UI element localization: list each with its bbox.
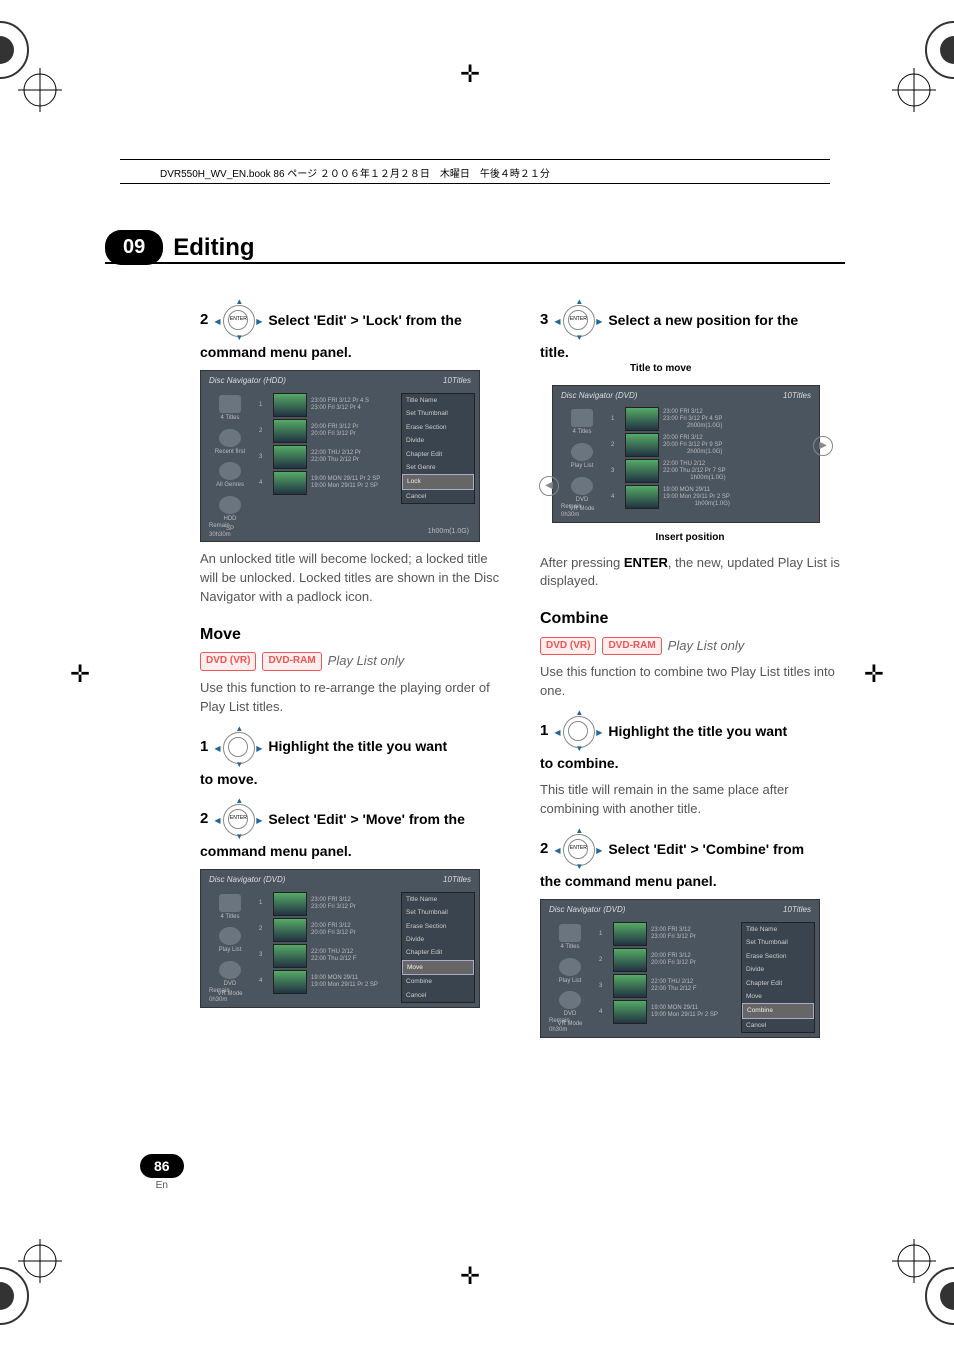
nav-count: 10Titles [443, 375, 471, 387]
divider [105, 262, 845, 264]
disc-navigator-screenshot: Disc Navigator (DVD)10Titles 4 Titles Pl… [552, 385, 820, 523]
badge-dvd-ram: DVD-RAM [262, 652, 321, 671]
chapter-number: 09 [105, 230, 163, 265]
badge-dvd-vr: DVD (VR) [200, 652, 256, 671]
heading-move: Move [200, 623, 500, 646]
crosshair-icon: ✛ [460, 1262, 480, 1291]
body-text: An unlocked title will become locked; a … [200, 550, 500, 607]
thumbnail [273, 393, 307, 417]
context-menu: Title Name Set Thumbnail Erase Section D… [401, 393, 475, 504]
body-text: After pressing ENTER, the new, updated P… [540, 554, 840, 592]
registration-mark-icon [10, 1231, 70, 1291]
nav-button-icon: ▲▼◀▶ [216, 725, 260, 769]
step-number: 3 [540, 309, 548, 331]
enter-button-icon: ENTER▲▼◀▶ [556, 827, 600, 871]
step-text: Select a new position for the [608, 310, 840, 330]
body-text: Use this function to re-arrange the play… [200, 679, 500, 717]
disc-navigator-screenshot: Disc Navigator (HDD)10Titles 4 Titles Re… [200, 370, 480, 542]
left-column: 2 ENTER ▲▼◀▶ Select 'Edit' > 'Lock' from… [200, 290, 500, 1046]
badge-dvd-vr: DVD (VR) [540, 637, 596, 656]
disc-navigator-screenshot: Disc Navigator (DVD)10Titles 4 Titles Pl… [540, 899, 820, 1037]
body-text: Use this function to combine two Play Li… [540, 663, 840, 701]
left-arrow-icon: ◀ [539, 476, 559, 496]
enter-button-icon: ENTER▲▼◀▶ [556, 298, 600, 342]
registration-mark-icon [884, 1231, 944, 1291]
chapter-header: 09 Editing [105, 230, 255, 265]
crosshair-icon: ✛ [460, 60, 480, 89]
disc-navigator-screenshot: Disc Navigator (DVD)10Titles 4 Titles Pl… [200, 869, 480, 1007]
heading-combine: Combine [540, 607, 840, 630]
chapter-title: Editing [173, 234, 254, 262]
context-menu: Title Name Set Thumbnail Erase Section D… [401, 892, 475, 1003]
nav-title: Disc Navigator (HDD) [209, 375, 286, 387]
menu-item-lock: Lock [402, 474, 474, 489]
header-info: DVR550H_WV_EN.book 86 ページ ２００６年１２月２８日 木曜… [120, 165, 550, 180]
context-menu: Title Name Set Thumbnail Erase Section D… [741, 922, 815, 1033]
menu-item-move: Move [402, 960, 474, 975]
annotation-title-to-move: Title to move [540, 362, 840, 377]
right-arrow-icon: ▶ [813, 436, 833, 456]
badge-note: Play List only [328, 652, 405, 671]
step-text: Highlight the title you want [608, 721, 840, 741]
enter-button-icon: ENTER▲▼◀▶ [216, 797, 260, 841]
step-number: 1 [540, 720, 548, 742]
registration-mark-icon [884, 60, 944, 120]
page: ✛ ✛ ✛ ✛ DVR550H_WV_EN.book 86 ページ ２００６年１… [0, 0, 954, 1351]
menu-item-combine: Combine [742, 1003, 814, 1018]
step-number: 1 [200, 736, 208, 758]
step-text: Select 'Edit' > 'Combine' from [608, 839, 840, 859]
badge-note: Play List only [668, 637, 745, 656]
step-number: 2 [540, 838, 548, 860]
right-column: 3 ENTER▲▼◀▶ Select a new position for th… [540, 290, 840, 1046]
book-info-text: DVR550H_WV_EN.book 86 ページ ２００６年１２月２８日 木曜… [120, 169, 550, 180]
step-text: Select 'Edit' > 'Lock' from the [268, 310, 500, 330]
enter-button-icon: ENTER ▲▼◀▶ [216, 298, 260, 342]
crosshair-icon: ✛ [864, 660, 884, 689]
step-number: 2 [200, 808, 208, 830]
crosshair-icon: ✛ [70, 660, 90, 689]
badge-dvd-ram: DVD-RAM [602, 637, 661, 656]
step-text-cont: command menu panel. [200, 342, 500, 362]
step-text: Highlight the title you want [268, 736, 500, 756]
nav-button-icon: ▲▼◀▶ [556, 709, 600, 753]
registration-mark-icon [10, 60, 70, 120]
body-text: This title will remain in the same place… [540, 781, 840, 819]
step-text: Select 'Edit' > 'Move' from the [268, 809, 500, 829]
annotation-insert-position: Insert position [540, 531, 840, 546]
page-number: 86 En [140, 1154, 184, 1191]
step-number: 2 [200, 309, 208, 331]
